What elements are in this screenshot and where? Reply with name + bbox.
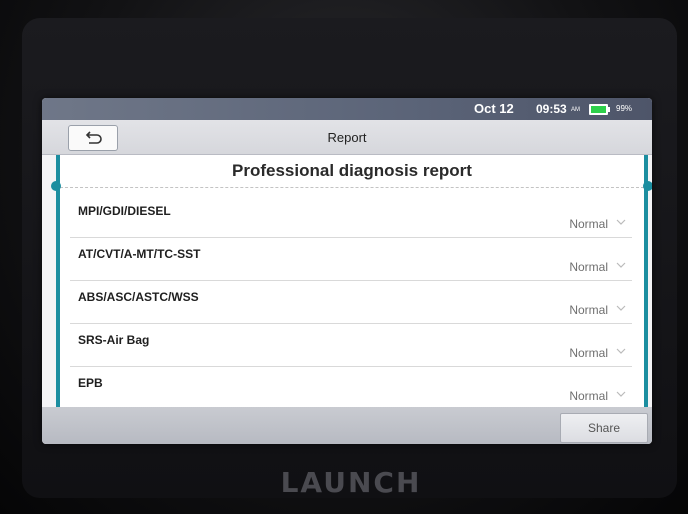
photo-background: LAUNCH Oct 12 09:53 AM 99% Report Profes… bbox=[0, 0, 688, 514]
page-title: Report bbox=[327, 130, 367, 145]
status-dropdown[interactable]: Normal bbox=[569, 217, 608, 231]
status-time: 09:53 bbox=[536, 102, 567, 116]
report-header: Professional diagnosis report bbox=[60, 155, 644, 188]
battery-icon bbox=[589, 104, 610, 115]
status-bar: Oct 12 09:53 AM 99% bbox=[42, 98, 652, 120]
system-label: EPB bbox=[78, 376, 103, 390]
system-label: ABS/ASC/ASTC/WSS bbox=[78, 290, 199, 304]
chevron-down-icon[interactable] bbox=[616, 260, 626, 270]
list-item-srs-air-bag[interactable]: SRS-Air Bag Normal bbox=[70, 324, 632, 367]
status-dropdown[interactable]: Normal bbox=[569, 303, 608, 317]
list-item-abs[interactable]: ABS/ASC/ASTC/WSS Normal bbox=[70, 281, 632, 324]
chevron-down-icon[interactable] bbox=[616, 346, 626, 356]
battery-tip bbox=[608, 107, 610, 112]
battery-percent: 99% bbox=[616, 104, 633, 113]
list-item-at-cvt[interactable]: AT/CVT/A-MT/TC-SST Normal bbox=[70, 238, 632, 281]
title-bar: Report bbox=[42, 120, 652, 155]
list-item-mpi-gdi-diesel[interactable]: MPI/GDI/DIESEL Normal bbox=[70, 195, 632, 238]
system-label: AT/CVT/A-MT/TC-SST bbox=[78, 247, 201, 261]
chevron-down-icon[interactable] bbox=[616, 303, 626, 313]
status-ampm: AM bbox=[571, 107, 580, 113]
report-title: Professional diagnosis report bbox=[232, 161, 472, 180]
chevron-down-icon[interactable] bbox=[616, 217, 626, 227]
bottom-toolbar: Share bbox=[42, 407, 652, 444]
status-dropdown[interactable]: Normal bbox=[569, 260, 608, 274]
chevron-down-icon[interactable] bbox=[616, 389, 626, 399]
battery-fill bbox=[591, 106, 606, 113]
share-button[interactable]: Share bbox=[560, 413, 648, 443]
right-scroll-handle bbox=[643, 181, 652, 191]
system-label: SRS-Air Bag bbox=[78, 333, 150, 347]
device-screen: Oct 12 09:53 AM 99% Report Professional … bbox=[42, 98, 652, 444]
list-item-epb[interactable]: EPB Normal bbox=[70, 367, 632, 410]
system-label: MPI/GDI/DIESEL bbox=[78, 204, 171, 218]
system-list: MPI/GDI/DIESEL Normal AT/CVT/A-MT/TC-SST… bbox=[60, 195, 644, 410]
status-date: Oct 12 bbox=[474, 101, 514, 116]
status-dropdown[interactable]: Normal bbox=[569, 389, 608, 403]
report-content[interactable]: Professional diagnosis report MPI/GDI/DI… bbox=[51, 155, 652, 410]
status-dropdown[interactable]: Normal bbox=[569, 346, 608, 360]
device-brand-logo: LAUNCH bbox=[280, 466, 422, 499]
left-scroll-handle bbox=[51, 181, 61, 191]
